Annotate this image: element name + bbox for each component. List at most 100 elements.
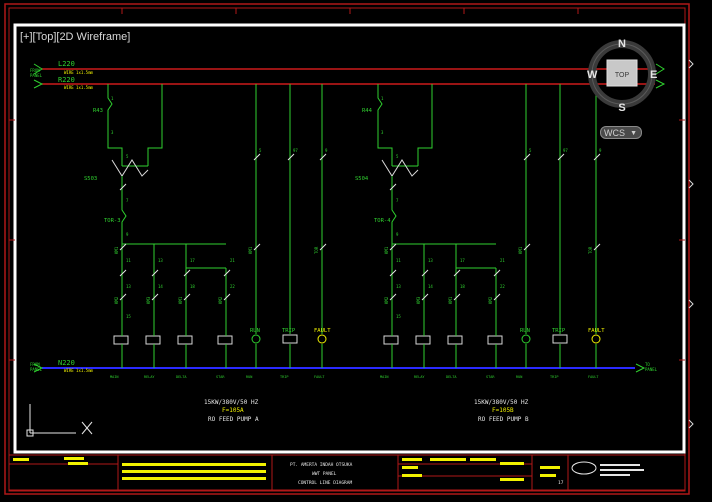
from-panel-notes: FROMPANEL FROMPANEL TOPANEL xyxy=(30,68,658,372)
model-viewport[interactable]: L220 WIRE 1x1.5mm R220 WIRE 1x1.5mm N220… xyxy=(0,0,712,502)
spec-power-b: 15KW/380V/50 HZ xyxy=(474,399,529,406)
svg-text:7: 7 xyxy=(126,198,129,203)
lamp-run-label-b: RUN xyxy=(520,328,530,334)
svg-text:9: 9 xyxy=(325,148,328,153)
svg-text:3: 3 xyxy=(111,130,114,135)
tb-drawing: CONTROL LINE DIAGRAM xyxy=(298,480,352,486)
svg-text:97: 97 xyxy=(293,148,298,153)
busbar-n-sub: WIRE 1x1.5mm xyxy=(64,368,93,373)
tor-label-b: TOR-4 xyxy=(374,218,391,224)
compass-north: N xyxy=(618,38,626,50)
lamp-run-b xyxy=(521,334,531,344)
title-block-text: PT. AMERTA INDAH OTSUKA WWT PANEL CONTRO… xyxy=(290,462,564,486)
wire-numbers: 1357 9111315 13141718 2122 5 97 9 1357 911… xyxy=(111,96,602,319)
svg-text:22: 22 xyxy=(230,284,235,289)
busbar-r-sub: WIRE 1x1.5mm xyxy=(64,85,93,90)
svg-text:13: 13 xyxy=(396,284,401,289)
wcs-dropdown[interactable]: WCS ▼ xyxy=(600,126,642,139)
svg-text:9: 9 xyxy=(599,148,602,153)
coil-t1 xyxy=(217,335,233,345)
viewcube-face-label: TOP xyxy=(615,72,630,79)
svg-text:RELAY: RELAY xyxy=(414,375,425,379)
svg-text:PANEL: PANEL xyxy=(645,367,658,372)
svg-text:TRIP: TRIP xyxy=(280,375,288,379)
svg-text:PANEL: PANEL xyxy=(30,73,43,78)
spec-power-a: 15KW/380V/50 HZ xyxy=(204,399,259,406)
ucs-icon[interactable] xyxy=(26,404,93,437)
svg-text:MAIN: MAIN xyxy=(380,375,388,379)
lamp-run-label-a: RUN xyxy=(250,328,260,334)
svg-text:DELTA: DELTA xyxy=(446,375,457,379)
svg-text:KM1: KM1 xyxy=(178,296,183,304)
svg-text:STAR: STAR xyxy=(486,375,495,379)
switch-symbol xyxy=(111,159,149,177)
spec-current-b: F=105B xyxy=(492,407,514,414)
svg-text:FAULT: FAULT xyxy=(314,375,325,379)
viewport-border xyxy=(13,23,686,454)
tb-project: WWT PANEL xyxy=(312,471,337,477)
busbar-n-label: N220 xyxy=(58,359,75,367)
fuse-label-a: R43 xyxy=(93,108,103,114)
svg-text:15: 15 xyxy=(396,314,401,319)
svg-text:KM1: KM1 xyxy=(518,246,523,254)
svg-text:18: 18 xyxy=(190,284,195,289)
svg-text:11: 11 xyxy=(126,258,131,263)
svg-text:KM2: KM2 xyxy=(218,296,223,304)
svg-text:9: 9 xyxy=(396,232,399,237)
relay-trip-b xyxy=(552,334,568,344)
fuse-label-b: R44 xyxy=(362,108,373,114)
lamp-fault-label-b: FAULT xyxy=(588,328,605,334)
lamp-run-a xyxy=(251,334,261,344)
switch-label-b: S504 xyxy=(355,176,369,182)
lamp-fault-a xyxy=(317,334,327,344)
svg-text:FAULT: FAULT xyxy=(588,375,599,379)
svg-text:17: 17 xyxy=(460,258,465,263)
svg-text:21: 21 xyxy=(500,258,505,263)
svg-text:18: 18 xyxy=(460,284,465,289)
svg-text:13: 13 xyxy=(428,258,433,263)
busbar-labels: L220 WIRE 1x1.5mm R220 WIRE 1x1.5mm N220… xyxy=(58,60,93,373)
svg-text:PANEL: PANEL xyxy=(30,367,43,372)
svg-text:14: 14 xyxy=(158,284,163,289)
svg-text:MAIN: MAIN xyxy=(110,375,118,379)
lamp-fault-label-a: FAULT xyxy=(314,328,331,334)
svg-text:17: 17 xyxy=(190,258,195,263)
svg-text:1: 1 xyxy=(111,96,114,101)
coil-km2 xyxy=(145,335,161,345)
switch-label-a: S503 xyxy=(84,176,97,182)
coil-km3 xyxy=(177,335,193,345)
svg-text:RELAY: RELAY xyxy=(144,375,155,379)
svg-text:KM1: KM1 xyxy=(448,296,453,304)
circuit-a[interactable] xyxy=(107,84,327,368)
svg-text:13: 13 xyxy=(158,258,163,263)
svg-text:9: 9 xyxy=(126,232,129,237)
lamp-fault-b xyxy=(591,334,601,344)
svg-text:KM1: KM1 xyxy=(248,246,253,254)
compass-south: S xyxy=(618,102,625,114)
svg-text:KM3: KM3 xyxy=(146,296,151,304)
svg-text:15: 15 xyxy=(126,314,131,319)
pump-spec-a: 15KW/380V/50 HZ F=105A RO FEED PUMP A xyxy=(204,399,259,423)
lamp-trip-label-b: TRIP xyxy=(552,328,566,334)
busbar-l-label: L220 xyxy=(58,60,75,68)
svg-text:TRIP: TRIP xyxy=(550,375,558,379)
svg-text:TOR: TOR xyxy=(588,246,593,254)
svg-text:KM2: KM2 xyxy=(488,296,493,304)
circuit-b[interactable] xyxy=(377,84,601,368)
svg-text:STAR: STAR xyxy=(216,375,225,379)
svg-text:5: 5 xyxy=(396,154,399,159)
feeder-wire-2 xyxy=(147,84,163,166)
svg-text:11: 11 xyxy=(396,258,401,263)
lamp-trip-label-a: TRIP xyxy=(282,328,296,334)
viewport-controls-label[interactable]: [+][Top][2D Wireframe] xyxy=(20,31,130,43)
busbar-r-label: R220 xyxy=(58,76,75,84)
svg-text:KM1: KM1 xyxy=(114,246,119,254)
svg-text:97: 97 xyxy=(563,148,568,153)
svg-text:RUN: RUN xyxy=(516,375,522,379)
frame-grid-ticks xyxy=(9,8,685,361)
coil-km1 xyxy=(113,335,129,345)
wcs-label: WCS xyxy=(604,128,625,138)
sheet-frame-inner xyxy=(8,7,686,491)
firm-logo xyxy=(571,461,644,476)
tb-sheet: 17 xyxy=(558,480,564,486)
